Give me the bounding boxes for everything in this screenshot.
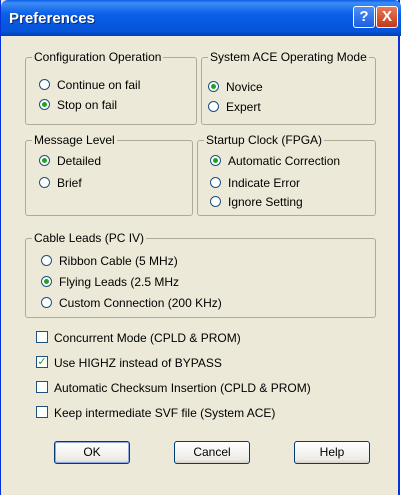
preferences-dialog: Preferences ? X Configuration Operation …: [0, 0, 401, 495]
radio-button[interactable]: [208, 81, 219, 92]
option-label: Ribbon Cable (5 MHz): [59, 254, 178, 268]
option-label: Brief: [57, 176, 82, 190]
title-bar[interactable]: Preferences ? X: [1, 0, 401, 36]
radio-button[interactable]: [210, 177, 221, 188]
close-icon[interactable]: X: [376, 6, 398, 28]
option-label: Expert: [226, 100, 261, 114]
option-label: Automatic Correction: [228, 154, 341, 168]
configuration-operation-group: Configuration Operation Continue on fail…: [25, 50, 197, 125]
message-level-group: Message Level Detailed Brief: [25, 133, 193, 216]
checkbox[interactable]: [36, 331, 48, 343]
checkbox-label: Concurrent Mode (CPLD & PROM): [54, 331, 241, 345]
radio-button[interactable]: [208, 101, 219, 112]
option-label: Indicate Error: [228, 176, 301, 190]
option-label: Ignore Setting: [228, 195, 303, 209]
option-label: Detailed: [57, 154, 102, 168]
cancel-button[interactable]: Cancel: [174, 441, 250, 464]
radio-button[interactable]: [41, 297, 52, 308]
system-ace-mode-group: System ACE Operating Mode Novice Expert: [201, 50, 376, 125]
option-label: Continue on fail: [57, 78, 141, 92]
option-label: Stop on fail: [57, 98, 118, 112]
option-label: Flying Leads (2.5 MHz: [59, 275, 180, 289]
radio-button[interactable]: [210, 196, 221, 207]
radio-button[interactable]: [39, 177, 50, 188]
group-legend: Startup Clock (FPGA): [204, 133, 325, 147]
radio-button[interactable]: [39, 79, 50, 90]
startup-clock-group: Startup Clock (FPGA) Automatic Correctio…: [197, 133, 376, 216]
group-legend: Message Level: [32, 133, 117, 147]
radio-button[interactable]: [39, 155, 50, 166]
radio-button[interactable]: [39, 99, 50, 110]
group-legend: System ACE Operating Mode: [208, 50, 369, 64]
radio-button[interactable]: [210, 155, 221, 166]
window-title: Preferences: [9, 10, 95, 27]
radio-button[interactable]: [41, 255, 52, 266]
cable-leads-group: Cable Leads (PC IV) Ribbon Cable (5 MHz)…: [25, 231, 376, 318]
option-label: Novice: [226, 80, 263, 94]
ok-button[interactable]: OK: [54, 441, 130, 464]
option-label: Custom Connection (200 KHz): [59, 296, 222, 310]
help-icon[interactable]: ?: [353, 6, 375, 28]
checkbox[interactable]: [36, 406, 48, 418]
checkbox[interactable]: [36, 381, 48, 393]
checkbox-label: Automatic Checksum Insertion (CPLD & PRO…: [54, 381, 311, 395]
group-legend: Configuration Operation: [32, 50, 164, 64]
checkbox-label: Use HIGHZ instead of BYPASS: [54, 356, 222, 370]
radio-button[interactable]: [41, 276, 52, 287]
help-button[interactable]: Help: [294, 441, 370, 464]
group-legend: Cable Leads (PC IV): [32, 231, 147, 245]
checkbox-label: Keep intermediate SVF file (System ACE): [54, 406, 276, 420]
checkbox[interactable]: ✓: [36, 356, 48, 368]
